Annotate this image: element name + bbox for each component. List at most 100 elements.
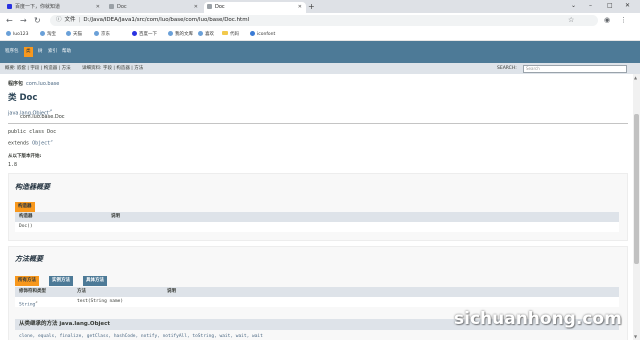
class-title: 类 Doc	[8, 93, 38, 103]
paw-icon	[132, 31, 137, 36]
globe-icon	[250, 31, 255, 36]
bookmark-item[interactable]: 我的文库	[168, 29, 193, 40]
watermark: sichuanhong.com	[454, 309, 622, 329]
bookmark-item[interactable]: 天猫	[66, 29, 82, 40]
object-link[interactable]: Object	[32, 141, 50, 147]
class-declaration: public class Doc	[8, 129, 57, 135]
reload-icon[interactable]: ↻	[34, 15, 41, 26]
bookmark-label: 京东	[101, 32, 110, 37]
bookmark-item[interactable]: iconfont	[250, 29, 275, 40]
tab-all-methods[interactable]: 所有方法	[15, 276, 39, 286]
close-tab-icon[interactable]: ✕	[298, 2, 302, 13]
close-tab-icon[interactable]: ✕	[194, 2, 198, 13]
tab-title: 百度一下，你就知道	[15, 4, 61, 10]
bookmark-label: 天猫	[73, 32, 82, 37]
new-tab-button[interactable]: +	[308, 2, 315, 12]
package-label: 程序包	[8, 81, 24, 87]
baidu-paw-icon	[7, 4, 12, 9]
constructor-summary-title: 构造器概要	[15, 183, 50, 191]
globe-icon	[66, 31, 71, 36]
scroll-down-icon[interactable]: ▼	[634, 334, 637, 339]
return-type-link[interactable]: String↗	[19, 297, 38, 311]
browser-tab-doc-active[interactable]: Doc ✕	[204, 2, 306, 13]
bookmark-item[interactable]: 百度一下	[132, 29, 157, 40]
url-text: D:/Java/IDEA/Java1/src/com/luo/base/com/…	[83, 17, 250, 23]
column-header: 说明	[167, 289, 176, 294]
nav-help[interactable]: 帮助	[62, 48, 71, 56]
since-value: 1.8	[8, 162, 18, 168]
tab-concrete-methods[interactable]: 具体方法	[83, 276, 107, 286]
globe-icon	[94, 31, 99, 36]
profile-icon[interactable]: ◉	[604, 15, 610, 26]
bookmark-label: 代码	[230, 32, 239, 37]
extends-line: extends Object↗	[8, 137, 53, 148]
bookmark-folder[interactable]: 代码	[222, 29, 239, 40]
since-label: 从以下版本开始:	[8, 154, 42, 159]
back-arrow-icon[interactable]: ←	[6, 15, 13, 26]
method-table-header: 修饰符和类型 方法 说明	[15, 287, 619, 297]
inherited-methods-list[interactable]: clone, equals, finalize, getClass, hashC…	[19, 333, 263, 340]
package-name[interactable]: com.luo.base	[26, 81, 59, 87]
constructor-link[interactable]: Doc()	[19, 222, 33, 232]
bookmark-star-icon[interactable]: ☆	[568, 15, 574, 26]
tab-strip: 百度一下，你就知道 ✕ Doc ✕ Doc ✕ + ⌄ – □ ✕	[0, 0, 640, 13]
method-link[interactable]: test(String name)	[77, 297, 123, 307]
forward-arrow-icon[interactable]: →	[20, 15, 27, 26]
bookmark-label: 喜欢	[205, 32, 214, 37]
bookmark-item[interactable]: 京东	[94, 29, 110, 40]
more-menu-icon[interactable]: ⋮	[620, 15, 627, 26]
bookmark-item[interactable]: 淘宝	[40, 29, 56, 40]
info-icon[interactable]: ⓘ	[56, 17, 62, 23]
browser-window: 百度一下，你就知道 ✕ Doc ✕ Doc ✕ + ⌄ – □ ✕ ← → ↻ …	[0, 0, 640, 340]
inheritance-child: com.luo.base.Doc	[20, 114, 65, 120]
globe-icon	[207, 4, 212, 9]
header-divider	[8, 123, 628, 124]
search-input[interactable]: Search	[523, 65, 627, 73]
page-scrollbar[interactable]: ▲ ▼	[633, 74, 640, 340]
extends-keyword: extends	[8, 140, 33, 147]
bookmark-label: luo123	[13, 32, 29, 37]
browser-tab-baidu[interactable]: 百度一下，你就知道 ✕	[4, 2, 104, 13]
browser-tab-doc-1[interactable]: Doc ✕	[106, 2, 202, 13]
column-header: 修饰符和类型	[19, 289, 46, 294]
bookmark-label: 淘宝	[47, 32, 56, 37]
method-summary-title: 方法概要	[15, 255, 43, 263]
nav-index[interactable]: 索引	[48, 48, 57, 56]
nav-tree[interactable]: 树	[38, 48, 43, 56]
tab-title: Doc	[117, 4, 127, 10]
bookmark-item[interactable]: 喜欢	[198, 29, 214, 40]
scheme-label: 文件	[64, 17, 76, 23]
constructor-table-header: 构造器 说明	[15, 212, 619, 222]
column-header: 说明	[111, 214, 120, 219]
summary-links[interactable]: 概要: 嵌套 | 字段 | 构造器 | 方法	[5, 64, 71, 73]
table-row: String↗ test(String name)	[15, 297, 619, 308]
external-link-icon: ↗	[35, 300, 38, 304]
folder-icon	[222, 31, 228, 35]
close-tab-icon[interactable]: ✕	[96, 2, 100, 13]
bookmark-item[interactable]: luo123	[6, 29, 28, 40]
detail-links[interactable]: 详细资料: 字段 | 构造器 | 方法	[82, 64, 143, 73]
string-link[interactable]: String	[19, 303, 35, 308]
scroll-thumb[interactable]	[634, 114, 639, 264]
tab-instance-methods[interactable]: 实例方法	[49, 276, 73, 286]
nav-package[interactable]: 程序包	[5, 48, 19, 56]
maximize-button[interactable]: □	[607, 1, 613, 11]
scroll-up-icon[interactable]: ▲	[634, 75, 637, 80]
tab-search-icon[interactable]: ⌄	[571, 1, 576, 11]
external-link-icon: ↗	[48, 108, 53, 113]
external-link-icon: ↗	[50, 138, 53, 143]
bookmark-label: 我的文库	[175, 32, 193, 37]
globe-icon	[6, 31, 11, 36]
column-header: 方法	[77, 289, 86, 294]
globe-icon	[168, 31, 173, 36]
column-header: 构造器	[19, 214, 33, 219]
javadoc-subnav: 概要: 嵌套 | 字段 | 构造器 | 方法 详细资料: 字段 | 构造器 | …	[0, 63, 640, 74]
constructor-summary-block: 构造器概要 构造器 构造器 说明 Doc()	[8, 173, 628, 241]
address-bar[interactable]: ⓘ 文件 | D:/Java/IDEA/Java1/src/com/luo/base/…	[50, 15, 598, 26]
close-window-button[interactable]: ✕	[625, 1, 630, 11]
search-label: SEARCH:	[497, 66, 517, 71]
bookmark-label: iconfont	[257, 32, 276, 37]
globe-icon	[198, 31, 203, 36]
constructor-caption: 构造器	[15, 202, 35, 212]
minimize-button[interactable]: –	[589, 1, 592, 11]
